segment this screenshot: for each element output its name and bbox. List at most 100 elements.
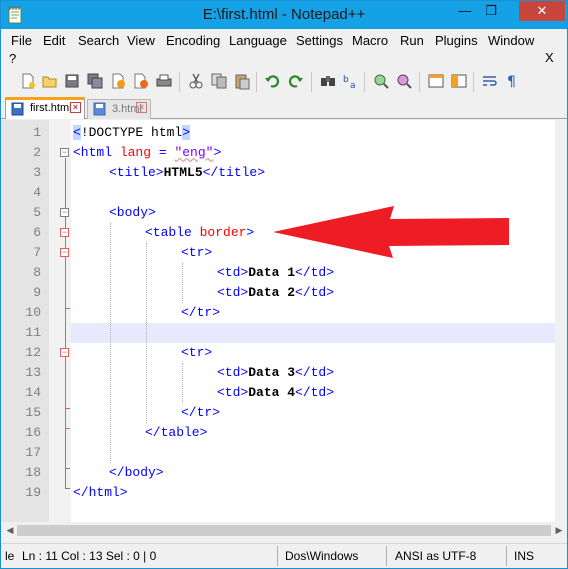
menu-settings[interactable]: Settings [296,33,343,48]
code-token: </tr> [181,305,221,320]
save-all-icon[interactable] [86,72,104,90]
indent-guide [182,263,183,303]
menu-help[interactable]: ? [9,51,16,66]
close-all-icon[interactable] [132,72,150,90]
tab-close-icon[interactable]: × [136,102,147,113]
undo-icon[interactable] [263,72,281,90]
fold-minus-icon[interactable]: − [60,348,69,357]
zoom-in-icon[interactable] [372,72,390,90]
line-number: 5 [33,205,41,220]
menu-bar: File Edit Search View Encoding Language … [1,29,567,69]
copy-icon[interactable] [210,72,228,90]
svg-text:b: b [343,75,349,85]
line-number: 11 [25,325,41,340]
redo-icon[interactable] [287,72,305,90]
replace-icon[interactable]: ba [342,72,360,90]
menu-view[interactable]: View [127,33,155,48]
line-number: 1 [33,125,41,140]
code-line-14: <td>Data 4</td> [217,383,334,403]
menu-search[interactable]: Search [78,33,119,48]
code-token: < [73,125,81,140]
toolbar-separator [311,72,312,92]
code-line-6: <table border> [145,223,254,243]
fold-guide [65,468,70,469]
menu-plugins[interactable]: Plugins [435,33,478,48]
menu-run[interactable]: Run [400,33,424,48]
editor-area[interactable]: 1 2 3 4 5 6 7 8 9 10 11 12 13 14 15 16 1… [1,120,567,522]
code-token: <td> [217,285,249,300]
annotation-arrow-icon [273,206,509,258]
zoom-out-icon[interactable] [395,72,413,90]
toolbar: ba ¶ [1,69,567,95]
menu-edit[interactable]: Edit [43,33,65,48]
fold-margin [49,120,71,522]
vertical-scroll-area[interactable] [555,120,567,522]
status-separator [386,546,387,566]
code-token: lang [119,145,152,160]
code-token: </td> [295,365,335,380]
toolbar-separator [256,72,257,92]
file-saved-icon [93,102,106,116]
find-icon[interactable] [319,72,337,90]
tab-close-icon[interactable]: × [70,102,81,113]
status-insert-mode: INS [514,549,535,563]
status-encoding: ANSI as UTF-8 [395,549,477,563]
fold-minus-icon[interactable]: − [60,208,69,217]
code-token: </tr> [181,405,221,420]
new-file-icon[interactable] [19,72,37,90]
fold-guide [65,408,70,409]
toolbar-separator [473,72,474,92]
line-number: 9 [33,285,41,300]
close-icon[interactable] [109,72,127,90]
indent-guide [146,243,147,423]
paste-icon[interactable] [233,72,251,90]
code-line-19: </html> [73,483,128,503]
code-token: !DOCTYPE html [80,125,183,140]
scroll-right-arrow-icon[interactable]: ▶ [552,524,566,537]
status-separator [506,546,507,566]
open-file-icon[interactable] [41,72,59,90]
current-line-highlight [71,323,555,343]
print-icon[interactable] [155,72,173,90]
code-token: = [151,145,175,160]
tab-label: first.html [30,102,72,114]
code-line-10: </tr> [181,303,220,323]
line-number: 16 [25,425,41,440]
code-token: </td> [295,385,335,400]
line-number: 12 [25,345,41,360]
sync-vertical-icon[interactable] [427,72,445,90]
scroll-left-arrow-icon[interactable]: ◀ [3,524,17,537]
fold-minus-icon[interactable]: − [60,248,69,257]
indent-guide [110,223,111,463]
sync-horizontal-icon[interactable] [450,72,468,90]
menu-encoding[interactable]: Encoding [166,33,220,48]
menu-macro[interactable]: Macro [352,33,388,48]
show-all-chars-icon[interactable]: ¶ [504,72,522,90]
tab-3-html[interactable]: 3.html × [87,99,151,119]
scroll-thumb[interactable] [17,525,551,536]
tab-first-html[interactable]: first.html × [5,97,85,119]
fold-minus-icon[interactable]: − [60,148,69,157]
code-line-7: <tr> [181,243,212,263]
line-number: 10 [25,305,41,320]
word-wrap-icon[interactable] [481,72,499,90]
menu-language[interactable]: Language [229,33,287,48]
line-number: 13 [25,365,41,380]
horizontal-scrollbar[interactable]: ◀ ▶ [1,522,567,539]
code-line-12: <tr> [181,343,212,363]
save-icon[interactable] [63,72,81,90]
status-eol: Dos\Windows [285,549,359,563]
line-number: 19 [25,485,41,500]
fold-minus-icon[interactable]: − [60,228,69,237]
menu-file[interactable]: File [11,33,32,48]
close-document-button[interactable]: X [545,50,554,65]
toolbar-separator [179,72,180,92]
menu-window[interactable]: Window [488,33,534,48]
maximize-button[interactable]: ❐ [478,1,504,21]
minimize-button[interactable]: — [452,1,478,21]
cut-icon[interactable] [187,72,205,90]
code-token: <title> [109,165,164,180]
status-position: Ln : 11 Col : 13 Sel : 0 | 0 [22,549,157,563]
close-window-button[interactable]: ✕ [519,1,565,21]
code-token: <tr> [181,245,213,260]
